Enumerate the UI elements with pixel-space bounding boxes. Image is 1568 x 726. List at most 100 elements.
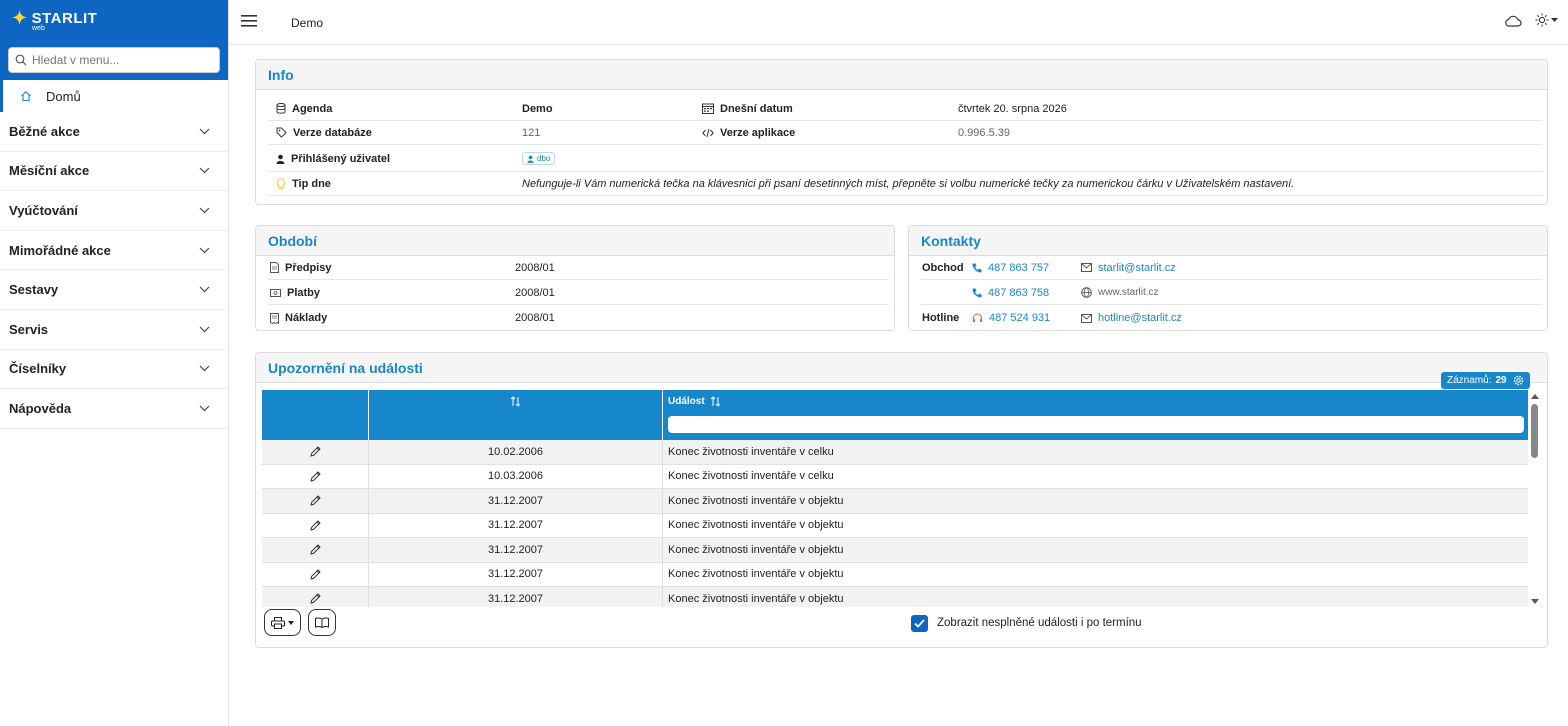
col-date-header[interactable] xyxy=(369,390,662,440)
obdobi-value: 2008/01 xyxy=(515,261,555,274)
menu-search-input[interactable] xyxy=(32,53,212,67)
obdobi-label: Předpisy xyxy=(285,261,332,274)
hotline-label: Hotline xyxy=(922,312,960,324)
scroll-up-icon[interactable] xyxy=(1530,392,1540,400)
event-name: Konec životnosti inventáře v objektu xyxy=(668,543,844,556)
table-row[interactable]: 10.03.2006 Konec životnosti inventáře v c… xyxy=(262,465,1528,489)
sidebar-item-bezne-akce[interactable]: Běžné akce xyxy=(0,112,228,152)
logo[interactable]: ✦ STARLIT web xyxy=(12,8,97,32)
sidebar-item-label: Sestavy xyxy=(9,282,59,298)
obdobi-label: Náklady xyxy=(285,312,328,324)
print-button[interactable] xyxy=(264,609,301,636)
pencil-icon[interactable] xyxy=(309,445,322,458)
code-icon xyxy=(702,128,714,138)
theme-toggle[interactable] xyxy=(1535,13,1558,27)
tip-value: Nefunguje-li Vám numerická tečka na kláv… xyxy=(522,177,1295,190)
sidebar-item-ciselniky[interactable]: Číselníky xyxy=(0,350,228,390)
table-row[interactable]: 31.12.2007 Konec životnosti inventáře v o… xyxy=(262,489,1528,514)
mail-icon xyxy=(1081,313,1092,323)
obdobi-title: Období xyxy=(256,226,894,256)
sidebar-item-sestavy[interactable]: Sestavy xyxy=(0,270,228,310)
kontakty-row-hotline: Hotline 487 524 931 hotline@starlit.cz xyxy=(921,306,1542,330)
tag-icon xyxy=(276,127,287,138)
obdobi-row-platby: Platby 2008/01 xyxy=(268,281,889,305)
sidebar: ✦ STARLIT web Domů Běžné akce Měsíční ak… xyxy=(0,0,229,726)
email-link[interactable]: hotline@starlit.cz xyxy=(1081,312,1182,324)
payment-icon xyxy=(270,288,281,297)
obdobi-card: Období Předpisy 2008/01 Platby 2008/01 N… xyxy=(255,225,895,331)
user-badge[interactable]: dbo xyxy=(522,152,556,165)
pencil-icon[interactable] xyxy=(309,568,322,581)
pencil-icon[interactable] xyxy=(309,494,322,507)
phone-link[interactable]: 487 524 931 xyxy=(972,312,1050,324)
pencil-icon[interactable] xyxy=(309,592,322,605)
event-date: 31.12.2007 xyxy=(487,519,544,532)
topbar: Demo xyxy=(229,0,1568,45)
phone-number: 487 524 931 xyxy=(989,312,1051,324)
event-name: Konec životnosti inventáře v objektu xyxy=(668,592,844,605)
info-card: Info Agenda Demo Dnešní datum čtvrtek 20… xyxy=(255,59,1548,205)
events-title: Upozornění na události xyxy=(256,353,1547,383)
phone-link[interactable]: 487 863 757 xyxy=(972,262,1049,274)
date-label: Dnešní datum xyxy=(720,102,793,115)
sidebar-item-label: Servis xyxy=(9,321,49,337)
phone-link[interactable]: 487 863 758 xyxy=(972,287,1049,299)
pencil-icon[interactable] xyxy=(309,470,322,483)
event-filter-input[interactable] xyxy=(668,416,1524,433)
sidebar-item-vyuctovani[interactable]: Vyúčtování xyxy=(0,191,228,231)
caret-down-icon xyxy=(288,620,294,625)
web-address: www.starlit.cz xyxy=(1098,287,1159,298)
chevron-down-icon xyxy=(199,207,210,214)
event-name: Konec životnosti inventáře v celku xyxy=(668,470,834,483)
chevron-down-icon xyxy=(199,405,210,412)
sort-icon xyxy=(710,396,721,407)
web-link[interactable]: www.starlit.cz xyxy=(1081,287,1159,298)
sidebar-item-servis[interactable]: Servis xyxy=(0,310,228,350)
chevron-down-icon xyxy=(199,365,210,372)
manual-button[interactable] xyxy=(308,609,336,636)
sun-icon xyxy=(1535,13,1549,27)
sidebar-item-mimoradne-akce[interactable]: Mimořádné akce xyxy=(0,231,228,271)
scroll-down-icon[interactable] xyxy=(1530,598,1540,606)
scrollbar-thumb[interactable] xyxy=(1531,404,1538,458)
col-event-label: Událost xyxy=(668,396,705,407)
sidebar-item-home-label: Domů xyxy=(46,88,81,104)
hamburger-icon[interactable] xyxy=(241,14,257,28)
table-scrollbar[interactable] xyxy=(1530,390,1540,607)
obdobi-row-naklady: Náklady 2008/01 xyxy=(268,306,889,330)
phone-icon xyxy=(972,288,982,298)
table-row[interactable]: 31.12.2007 Konec životnosti inventáře v o… xyxy=(262,563,1528,587)
info-row-agenda: Agenda Demo Dnešní datum čtvrtek 20. srp… xyxy=(268,97,1542,121)
app-version-label: Verze aplikace xyxy=(720,126,796,139)
sort-icon xyxy=(510,396,521,407)
user-icon xyxy=(276,154,285,164)
cloud-icon[interactable] xyxy=(1504,14,1522,28)
sidebar-item-napoveda[interactable]: Nápověda xyxy=(0,389,228,429)
globe-icon xyxy=(1081,287,1092,298)
chevron-down-icon xyxy=(199,167,210,174)
table-row[interactable]: 10.02.2006 Konec životnosti inventáře v c… xyxy=(262,440,1528,465)
obdobi-value: 2008/01 xyxy=(515,312,555,324)
kontakty-card: Kontakty Obchod 487 863 757 starlit@star… xyxy=(908,225,1548,331)
show-overdue-checkbox[interactable] xyxy=(911,615,928,632)
show-overdue-label: Zobrazit nesplněné události i po termínu xyxy=(937,617,1142,629)
sidebar-item-home[interactable]: Domů xyxy=(0,80,228,112)
col-event-header[interactable]: Událost xyxy=(663,390,1528,440)
table-row[interactable]: 31.12.2007 Konec životnosti inventáře v o… xyxy=(262,514,1528,538)
sidebar-item-label: Číselníky xyxy=(9,361,67,377)
menu-search[interactable] xyxy=(8,47,220,73)
event-date: 10.03.2006 xyxy=(487,470,544,483)
pencil-icon[interactable] xyxy=(309,543,322,556)
event-date: 31.12.2007 xyxy=(487,494,544,507)
email-address: starlit@starlit.cz xyxy=(1098,261,1176,274)
events-table: Událost 10.02.2006 Konec životnosti inven… xyxy=(262,390,1528,607)
phone-number: 487 863 757 xyxy=(988,261,1050,274)
sidebar-item-mesicni-akce[interactable]: Měsíční akce xyxy=(0,152,228,192)
records-count-badge[interactable]: Záznamů: 29 xyxy=(1441,372,1530,389)
pencil-icon[interactable] xyxy=(309,519,322,532)
event-name: Konec životnosti inventáře v objektu xyxy=(668,519,844,532)
table-row[interactable]: 31.12.2007 Konec životnosti inventáře v o… xyxy=(262,587,1528,607)
email-link[interactable]: starlit@starlit.cz xyxy=(1081,262,1176,274)
star-icon: ✦ xyxy=(12,8,28,28)
table-row[interactable]: 31.12.2007 Konec životnosti inventáře v o… xyxy=(262,538,1528,563)
